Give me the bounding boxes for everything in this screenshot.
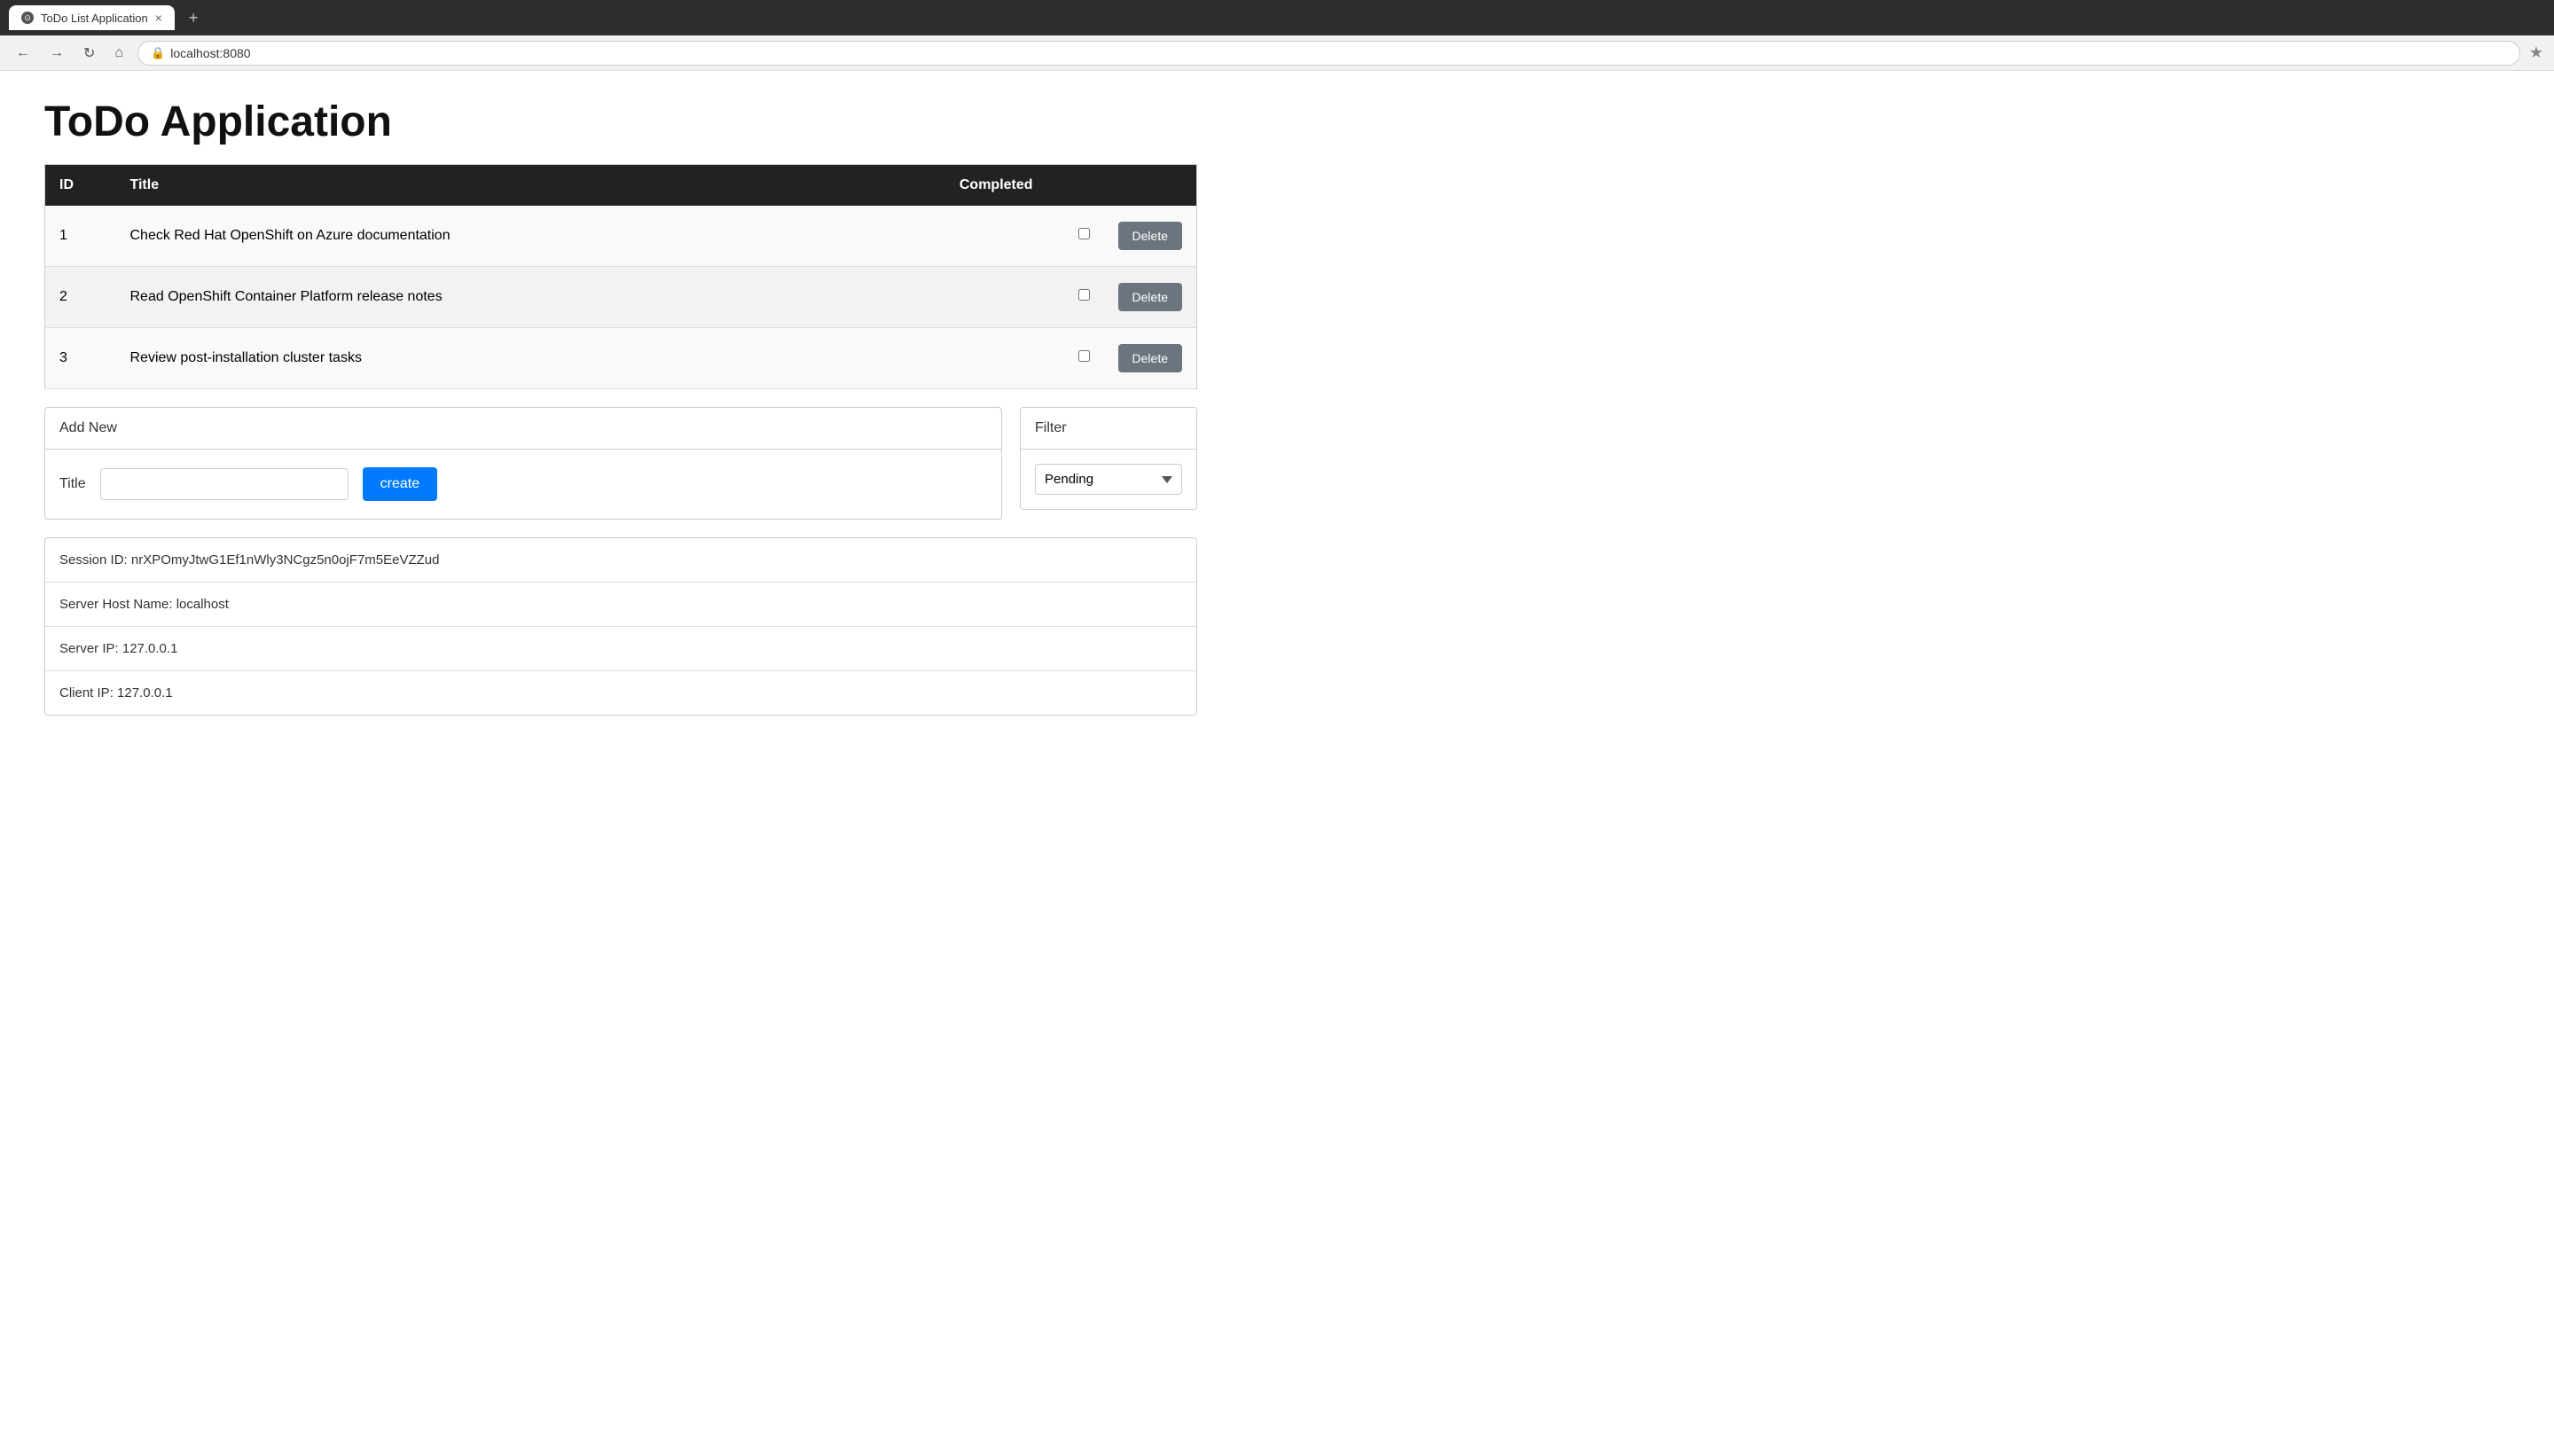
col-header-actions bbox=[1104, 165, 1197, 207]
bookmark-button[interactable]: ★ bbox=[2529, 43, 2543, 62]
row-completed[interactable] bbox=[945, 328, 1104, 389]
browser-chrome: ⊙ ToDo List Application × + bbox=[0, 0, 2554, 35]
refresh-button[interactable]: ↻ bbox=[78, 41, 100, 66]
row-actions: Delete bbox=[1104, 328, 1197, 389]
server-host-row: Server Host Name: localhost bbox=[45, 583, 1196, 627]
filter-panel: Filter PendingCompletedAll bbox=[1020, 407, 1197, 510]
tab-favicon-icon: ⊙ bbox=[21, 12, 34, 24]
home-button[interactable]: ⌂ bbox=[109, 42, 129, 65]
delete-button[interactable]: Delete bbox=[1118, 222, 1182, 250]
filter-select[interactable]: PendingCompletedAll bbox=[1035, 464, 1182, 495]
row-id: 3 bbox=[45, 328, 116, 389]
new-tab-button[interactable]: + bbox=[182, 5, 206, 31]
col-header-title: Title bbox=[116, 165, 945, 207]
delete-button[interactable]: Delete bbox=[1118, 344, 1182, 372]
bottom-row: Add New Title create Filter PendingCompl… bbox=[44, 407, 1197, 520]
server-ip-row: Server IP: 127.0.0.1 bbox=[45, 627, 1196, 671]
table-row: 2Read OpenShift Container Platform relea… bbox=[45, 267, 1197, 328]
row-title: Check Red Hat OpenShift on Azure documen… bbox=[116, 206, 945, 267]
tab-close-icon[interactable]: × bbox=[155, 11, 162, 25]
table-header: ID Title Completed bbox=[45, 165, 1197, 207]
row-completed[interactable] bbox=[945, 206, 1104, 267]
todo-table: ID Title Completed 1Check Red Hat OpenSh… bbox=[44, 164, 1197, 389]
session-id-row: Session ID: nrXPOmyJtwG1Ef1nWly3NCgz5n0o… bbox=[45, 538, 1196, 583]
browser-nav: ← → ↻ ⌂ 🔒 localhost:8080 ★ bbox=[0, 35, 2554, 71]
row-id: 1 bbox=[45, 206, 116, 267]
browser-tab[interactable]: ⊙ ToDo List Application × bbox=[9, 5, 175, 30]
delete-button[interactable]: Delete bbox=[1118, 283, 1182, 311]
col-header-id: ID bbox=[45, 165, 116, 207]
back-button[interactable]: ← bbox=[11, 42, 35, 65]
filter-body: PendingCompletedAll bbox=[1021, 450, 1196, 509]
add-new-panel: Add New Title create bbox=[44, 407, 1002, 520]
client-ip-row: Client IP: 127.0.0.1 bbox=[45, 671, 1196, 715]
address-bar[interactable]: 🔒 localhost:8080 bbox=[137, 41, 2520, 66]
session-info: Session ID: nrXPOmyJtwG1Ef1nWly3NCgz5n0o… bbox=[44, 537, 1197, 716]
page-title: ToDo Application bbox=[44, 98, 1197, 146]
table-body: 1Check Red Hat OpenShift on Azure docume… bbox=[45, 206, 1197, 389]
tab-title: ToDo List Application bbox=[41, 12, 148, 25]
lock-icon: 🔒 bbox=[151, 46, 165, 60]
title-label: Title bbox=[59, 476, 86, 492]
completed-checkbox[interactable] bbox=[1078, 350, 1090, 362]
add-new-header: Add New bbox=[45, 408, 1001, 450]
title-input[interactable] bbox=[100, 468, 349, 500]
row-title: Read OpenShift Container Platform releas… bbox=[116, 267, 945, 328]
page-content: ToDo Application ID Title Completed 1Che… bbox=[0, 71, 1242, 742]
row-completed[interactable] bbox=[945, 267, 1104, 328]
row-actions: Delete bbox=[1104, 206, 1197, 267]
address-text: localhost:8080 bbox=[170, 46, 250, 60]
col-header-completed: Completed bbox=[945, 165, 1104, 207]
row-title: Review post-installation cluster tasks bbox=[116, 328, 945, 389]
table-row: 1Check Red Hat OpenShift on Azure docume… bbox=[45, 206, 1197, 267]
create-button[interactable]: create bbox=[363, 467, 437, 501]
row-actions: Delete bbox=[1104, 267, 1197, 328]
completed-checkbox[interactable] bbox=[1078, 289, 1090, 301]
table-row: 3Review post-installation cluster tasks D… bbox=[45, 328, 1197, 389]
filter-header: Filter bbox=[1021, 408, 1196, 450]
forward-button[interactable]: → bbox=[44, 42, 69, 65]
add-new-body: Title create bbox=[45, 450, 1001, 519]
row-id: 2 bbox=[45, 267, 116, 328]
completed-checkbox[interactable] bbox=[1078, 228, 1090, 239]
